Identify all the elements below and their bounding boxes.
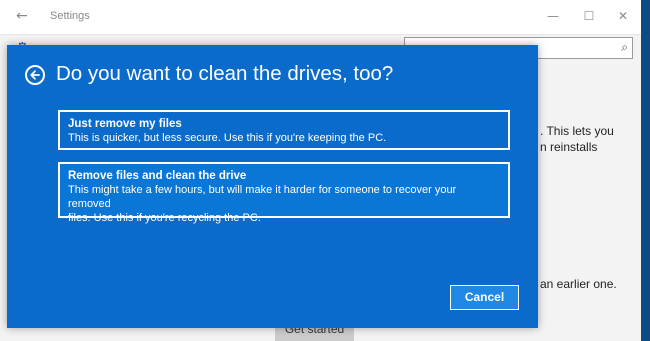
cancel-button[interactable]: Cancel	[450, 285, 519, 310]
close-icon[interactable]: ✕	[612, 6, 634, 26]
back-arrow-icon[interactable]: ←	[16, 8, 28, 24]
background-text: an earlier one.	[540, 277, 617, 291]
remove-and-clean-option[interactable]: Remove files and clean the drive This mi…	[58, 162, 510, 224]
option-title: Just remove my files	[68, 118, 182, 130]
search-icon[interactable]: ⌕	[621, 40, 628, 55]
just-remove-files-option[interactable]: Just remove my files This is quicker, bu…	[58, 110, 510, 150]
background-text: n reinstalls	[540, 140, 598, 154]
desktop-edge	[641, 0, 650, 341]
maximize-icon[interactable]: ☐	[578, 6, 600, 26]
option-description: This is quicker, but less secure. Use th…	[68, 132, 387, 144]
minimize-icon[interactable]: —	[542, 6, 564, 26]
option-title: Remove files and clean the drive	[68, 170, 247, 182]
clean-drives-dialog: Do you want to clean the drives, too? Ju…	[7, 45, 538, 328]
option-description: This might take a few hours, but will ma…	[68, 184, 457, 210]
dialog-title: Do you want to clean the drives, too?	[56, 62, 394, 85]
option-description: files. Use this if you're recycling the …	[68, 212, 261, 224]
background-text: . This lets you	[540, 124, 614, 138]
title-bar: ← Settings — ☐ ✕	[0, 0, 641, 35]
back-circle-icon[interactable]	[25, 65, 45, 85]
window-title: Settings	[50, 10, 90, 22]
